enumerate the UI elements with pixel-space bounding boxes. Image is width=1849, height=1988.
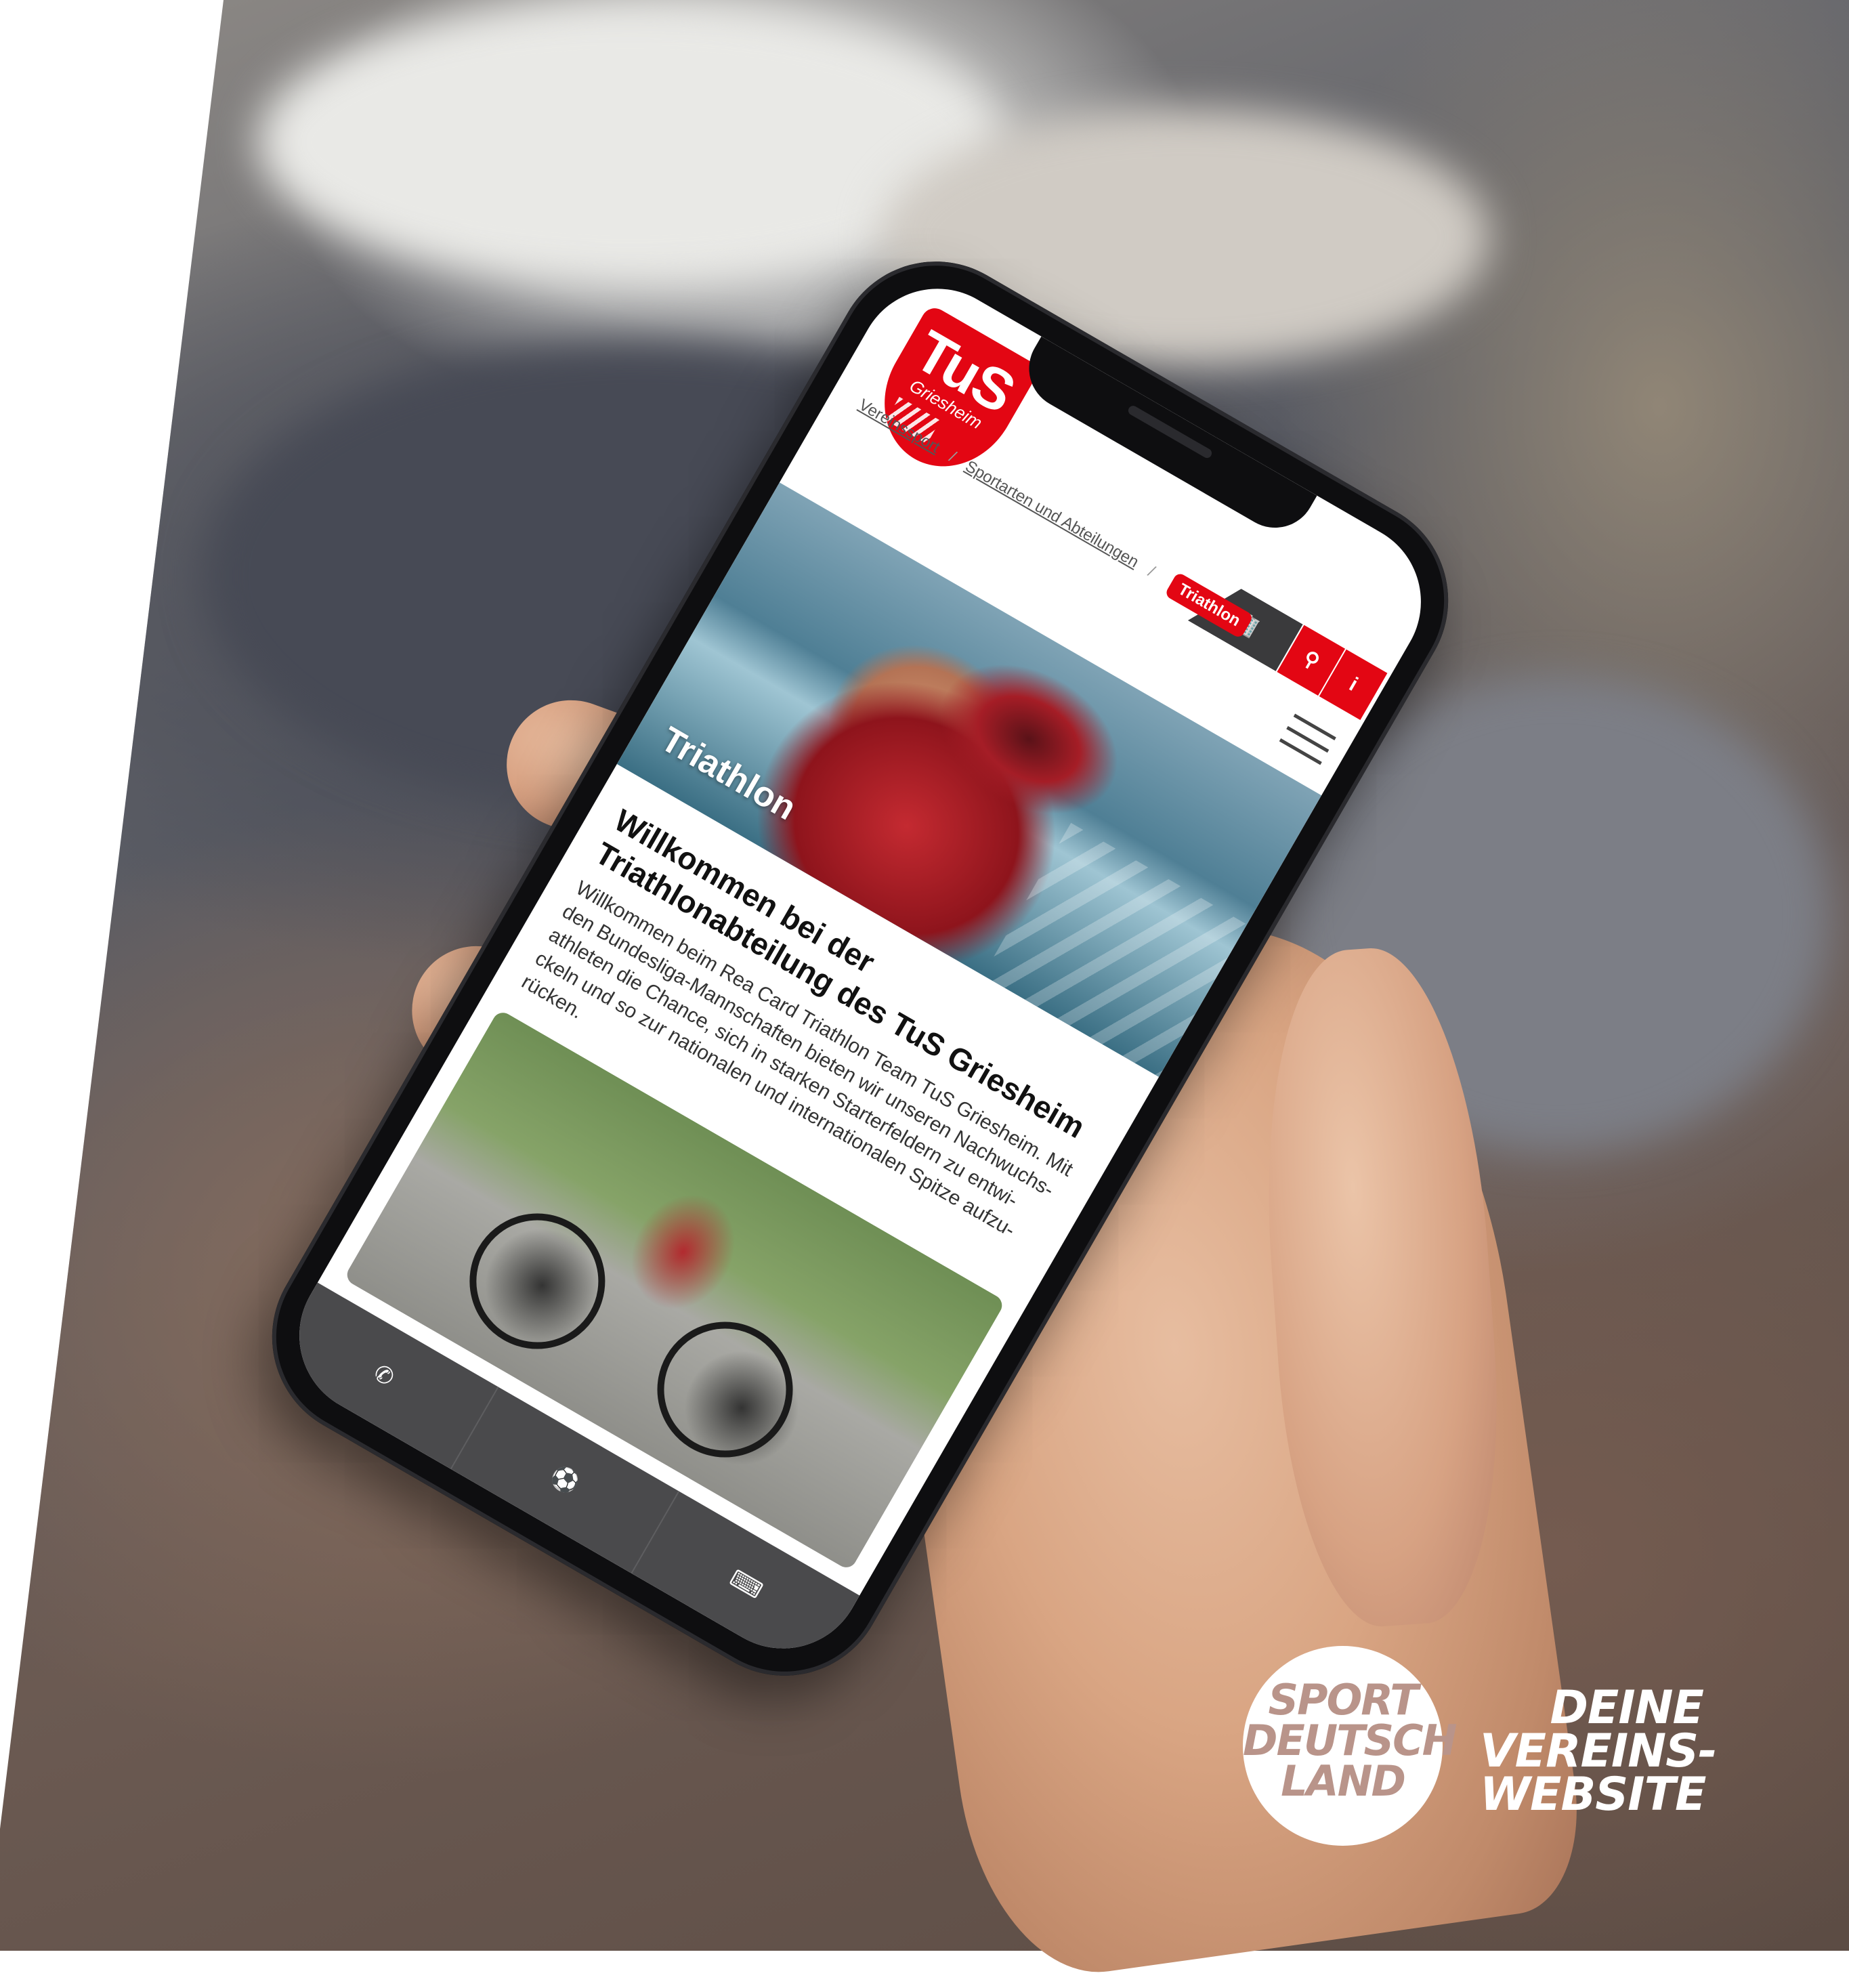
hamburger-icon[interactable] — [1276, 713, 1336, 770]
breadcrumb-separator: / — [945, 448, 960, 466]
tagline-line-3: WEBSITE — [1480, 1768, 1706, 1821]
bike-wheel — [632, 1296, 818, 1483]
sport-deutschland-logo: SPORT DEUTSCH LAND — [1243, 1646, 1458, 1846]
badge-line-3: LAND — [1281, 1756, 1406, 1806]
breadcrumb-sportarten[interactable]: Sportarten und Abteilungen — [962, 457, 1141, 572]
tagline: DEINE VEREINS- WEBSITE — [1480, 1681, 1717, 1821]
breadcrumb-separator: / — [1145, 562, 1158, 581]
hero-title: Triathlon — [654, 719, 803, 828]
tagline-line-2: VEREINS- — [1480, 1725, 1717, 1778]
bike-wheel — [444, 1188, 630, 1374]
badge-line-1: SPORT — [1268, 1675, 1418, 1725]
tagline-line-1: DEINE — [1550, 1681, 1704, 1735]
badge-line-2: DEUTSCH — [1243, 1716, 1458, 1765]
